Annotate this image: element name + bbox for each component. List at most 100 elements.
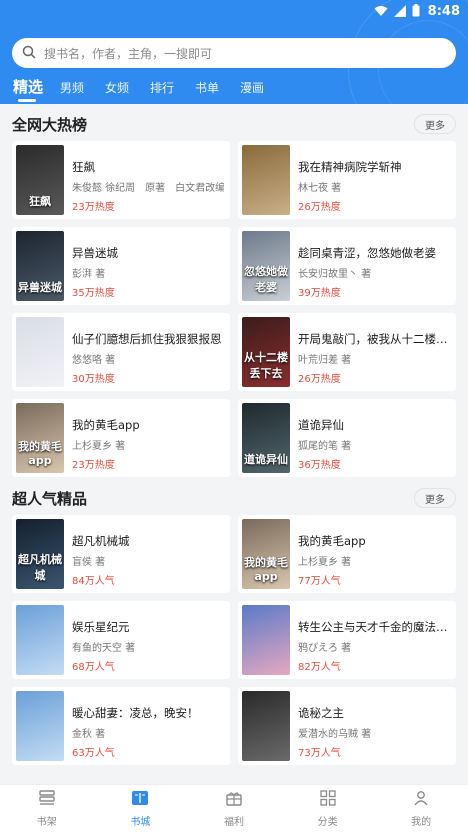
- book-cover[interactable]: 忽悠她做老婆: [242, 231, 290, 301]
- book-title[interactable]: 我的黄毛app: [72, 417, 224, 433]
- status-time: 8:48: [427, 4, 460, 19]
- book-cover[interactable]: [16, 317, 64, 387]
- book-info: 娱乐星纪元 有鱼的天空 著 68万人气: [72, 619, 224, 673]
- search-bar[interactable]: 搜书名，作者，主角，一搜即可: [12, 38, 456, 68]
- bottom-navigation: 书架 书城 福利 分类 我的: [0, 784, 468, 832]
- book-author: 上杉夏乡 著: [298, 557, 352, 568]
- battery-icon: [412, 2, 420, 21]
- book-card[interactable]: 暖心甜妻：凌总，晚安！ 金秋 著 63万人气: [12, 687, 230, 765]
- tab-comics[interactable]: 漫画: [240, 79, 264, 96]
- book-cover-text: 道诡异仙: [244, 453, 288, 466]
- book-info: 异兽迷城 彭湃 著 35万热度: [72, 245, 224, 299]
- book-card[interactable]: 道诡异仙 道诡异仙 狐尾的笔 著 36万热度: [238, 399, 456, 477]
- book-author: 爱潜水的乌贼 著: [298, 729, 372, 740]
- book-author: 金秋 著: [72, 729, 106, 740]
- book-card[interactable]: 忽悠她做老婆 趁同桌青涩，忽悠她做老婆长安归故里丶 著 39万热度: [238, 227, 456, 305]
- book-info: 超凡机械城 盲侯 著 84万人气: [72, 533, 224, 587]
- book-card[interactable]: 仙子们臆想后抓住我狠狠报恩悠悠咯 著 30万热度: [12, 313, 230, 391]
- book-cover[interactable]: [16, 691, 64, 761]
- book-cover[interactable]: [242, 145, 290, 215]
- nav-bookstore[interactable]: 书城: [94, 785, 188, 832]
- book-stat: 77万人气: [298, 576, 341, 587]
- book-title[interactable]: 暖心甜妻：凌总，晚安！: [72, 705, 224, 721]
- book-info: 我在精神病院学斩神林七夜 著 26万热度: [298, 159, 450, 213]
- book-card[interactable]: 诡秘之主 爱潜水的乌贼 著 73万人气: [238, 687, 456, 765]
- nav-rewards[interactable]: 福利: [187, 785, 281, 832]
- status-bar: 8:48: [0, 0, 468, 20]
- nav-profile[interactable]: 我的: [374, 785, 468, 832]
- book-card[interactable]: 从十二楼丢下去开局鬼敲门，被我从十二楼丢下去叶荒归差 著 26万热度: [238, 313, 456, 391]
- book-cover[interactable]: [242, 691, 290, 761]
- book-card[interactable]: 我的黄毛app 我的黄毛app 上杉夏乡 著 77万人气: [238, 515, 456, 593]
- book-cover[interactable]: 我的黄毛app: [16, 403, 64, 473]
- book-cover[interactable]: 超凡机械城: [16, 519, 64, 589]
- nav-label-rewards: 福利: [223, 816, 244, 828]
- book-title[interactable]: 我在精神病院学斩神: [298, 159, 450, 175]
- book-info: 我的黄毛app 上杉夏乡 著 77万人气: [298, 533, 450, 587]
- book-card[interactable]: 娱乐星纪元 有鱼的天空 著 68万人气: [12, 601, 230, 679]
- book-author: 狐尾的笔 著: [298, 441, 352, 452]
- book-title[interactable]: 超凡机械城: [72, 533, 224, 549]
- book-cover[interactable]: 异兽迷城: [16, 231, 64, 301]
- book-author: 林七夜 著: [298, 183, 342, 194]
- section-title-hot: 全网大热榜: [12, 116, 88, 134]
- book-stat: 36万热度: [298, 460, 341, 471]
- book-stat: 30万热度: [72, 374, 115, 385]
- section-title-popular: 超人气精品: [12, 490, 88, 508]
- nav-categories[interactable]: 分类: [281, 785, 375, 832]
- book-cover[interactable]: 狂飙: [16, 145, 64, 215]
- book-info: 仙子们臆想后抓住我狠狠报恩悠悠咯 著 30万热度: [72, 331, 224, 385]
- top-header: 8:48 搜书名，作者，主角，一搜即可 精选 男频 女频 排行 书单 漫画: [0, 0, 468, 104]
- book-author: 叶荒归差 著: [298, 355, 352, 366]
- book-cover[interactable]: 我的黄毛app: [242, 519, 290, 589]
- book-info: 狂飙 朱俊懿 徐纪周 原著 白文君改编 著 23万热度: [72, 159, 224, 213]
- more-button-popular[interactable]: 更多: [414, 488, 456, 508]
- tab-booklist[interactable]: 书单: [195, 79, 219, 96]
- book-title[interactable]: 娱乐星纪元: [72, 619, 224, 635]
- book-author: 悠悠咯 著: [72, 355, 116, 366]
- book-title[interactable]: 开局鬼敲门，被我从十二楼丢下去: [298, 331, 450, 347]
- tab-female[interactable]: 女频: [105, 79, 129, 96]
- wifi-icon: [374, 2, 388, 21]
- book-info: 诡秘之主 爱潜水的乌贼 著 73万人气: [298, 705, 450, 759]
- book-info: 我的黄毛app 上杉夏乡 著 23万热度: [72, 417, 224, 471]
- book-stat: 23万热度: [72, 460, 115, 471]
- nav-label-bookshelf: 书架: [36, 816, 57, 828]
- category-tabs: 精选 男频 女频 排行 书单 漫画: [0, 72, 468, 104]
- user-icon: [413, 790, 429, 810]
- book-card[interactable]: 转生公主与天才千金的魔法革命 鸦ぴえろ 著 82万人气: [238, 601, 456, 679]
- more-button-hot[interactable]: 更多: [414, 114, 456, 134]
- book-title[interactable]: 我的黄毛app: [298, 533, 450, 549]
- book-cover-text: 从十二楼丢下去: [244, 351, 288, 380]
- book-title[interactable]: 狂飙: [72, 159, 224, 175]
- book-title[interactable]: 诡秘之主: [298, 705, 450, 721]
- book-stat: 26万热度: [298, 202, 341, 213]
- book-card[interactable]: 我的黄毛app 我的黄毛app 上杉夏乡 著 23万热度: [12, 399, 230, 477]
- nav-label-profile: 我的: [411, 816, 432, 828]
- book-card[interactable]: 异兽迷城 异兽迷城 彭湃 著 35万热度: [12, 227, 230, 305]
- book-title[interactable]: 道诡异仙: [298, 417, 450, 433]
- book-stat: 39万热度: [298, 288, 341, 299]
- book-card[interactable]: 狂飙 狂飙 朱俊懿 徐纪周 原著 白文君改编 著 23万热度: [12, 141, 230, 219]
- book-title[interactable]: 异兽迷城: [72, 245, 224, 261]
- book-author: 长安归故里丶 著: [298, 269, 372, 280]
- bookshelf-icon: [38, 789, 56, 810]
- tab-male[interactable]: 男频: [60, 79, 84, 96]
- book-cover[interactable]: 道诡异仙: [242, 403, 290, 473]
- book-cover[interactable]: [242, 605, 290, 675]
- book-title[interactable]: 转生公主与天才千金的魔法革命: [298, 619, 450, 635]
- nav-bookshelf[interactable]: 书架: [0, 785, 94, 832]
- book-cover-text: 超凡机械城: [18, 553, 62, 582]
- book-author: 朱俊懿 徐纪周 原著 白文君改编 著: [72, 183, 224, 194]
- book-card[interactable]: 我在精神病院学斩神林七夜 著 26万热度: [238, 141, 456, 219]
- book-author: 彭湃 著: [72, 269, 106, 280]
- book-cover[interactable]: 从十二楼丢下去: [242, 317, 290, 387]
- book-author: 鸦ぴえろ 著: [298, 643, 352, 654]
- book-info: 转生公主与天才千金的魔法革命 鸦ぴえろ 著 82万人气: [298, 619, 450, 673]
- tab-featured[interactable]: 精选: [13, 76, 43, 97]
- book-title[interactable]: 仙子们臆想后抓住我狠狠报恩: [72, 331, 224, 347]
- book-card[interactable]: 超凡机械城 超凡机械城 盲侯 著 84万人气: [12, 515, 230, 593]
- book-cover[interactable]: [16, 605, 64, 675]
- tab-ranking[interactable]: 排行: [150, 79, 174, 96]
- book-title[interactable]: 趁同桌青涩，忽悠她做老婆: [298, 245, 450, 261]
